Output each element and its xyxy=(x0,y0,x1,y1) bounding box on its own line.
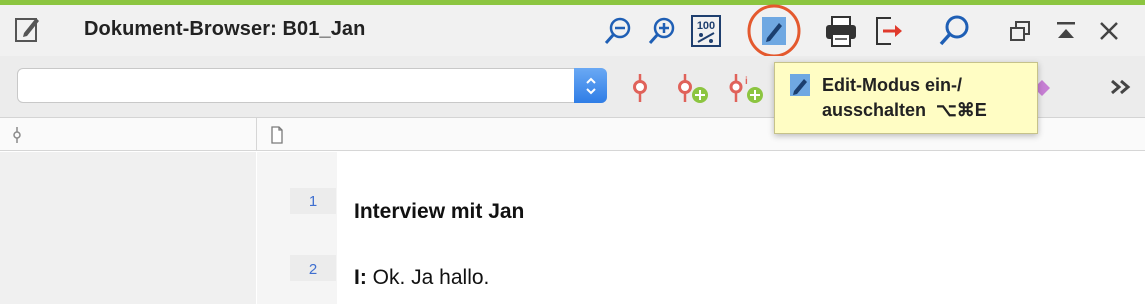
close-icon xyxy=(1100,22,1118,40)
zoom-in-button[interactable] xyxy=(644,13,680,49)
print-button[interactable] xyxy=(822,13,860,49)
speaker-prefix: I: xyxy=(354,266,367,289)
in-vivo-code-button[interactable]: i xyxy=(726,70,770,108)
printer-icon xyxy=(826,16,856,47)
zoom-out-button[interactable] xyxy=(600,13,636,49)
edit-mode-tooltip: Edit-Modus ein-/ ausschalten ⌥⌘E xyxy=(774,62,1038,134)
svg-text:i: i xyxy=(745,76,748,87)
paragraph-gutter xyxy=(257,152,337,304)
document-edit-icon xyxy=(14,14,42,44)
document-page-icon xyxy=(271,126,283,144)
tooltip-text: Edit-Modus ein-/ ausschalten ⌥⌘E xyxy=(822,73,987,123)
column-divider[interactable] xyxy=(256,118,257,151)
export-button[interactable] xyxy=(870,13,906,49)
tooltip-line: Edit-Modus ein-/ xyxy=(822,75,962,95)
paragraph-content: Ok. Ja hallo. xyxy=(366,266,490,289)
paragraph-content: Interview mit Jan xyxy=(354,200,525,223)
double-chevron-right-icon xyxy=(1111,79,1131,95)
tooltip-line: ausschalten ⌥⌘E xyxy=(822,100,987,120)
code-stripe-pane xyxy=(0,152,256,304)
window-title: Dokument-Browser: B01_Jan xyxy=(84,18,366,40)
search-combo-box[interactable] xyxy=(17,68,607,103)
zoom-in-icon xyxy=(648,17,675,44)
undock-window-button[interactable] xyxy=(1006,17,1034,45)
in-vivo-code-icon: i xyxy=(729,74,763,103)
collapse-up-icon xyxy=(1057,22,1075,38)
paragraph-text[interactable]: I: Ok. Ja hallo. xyxy=(354,266,489,290)
zoom-100-button[interactable]: 100 xyxy=(688,12,724,50)
combo-dropdown-arrow[interactable] xyxy=(574,68,607,103)
code-button[interactable] xyxy=(624,70,656,106)
zoom-out-icon xyxy=(604,17,631,44)
close-button[interactable] xyxy=(1095,17,1123,45)
collapse-button[interactable] xyxy=(1052,17,1080,45)
search-button[interactable] xyxy=(934,12,974,50)
edit-mode-icon xyxy=(790,74,810,96)
document-column-header[interactable] xyxy=(268,125,286,145)
line-number: 2 xyxy=(308,261,318,278)
edit-mode-toggle-button[interactable] xyxy=(746,3,802,59)
code-column-icon xyxy=(13,127,21,143)
chevron-up-down-icon xyxy=(585,77,596,94)
new-code-button[interactable] xyxy=(672,70,712,108)
add-code-icon xyxy=(678,74,708,103)
code-icon xyxy=(633,74,647,102)
svg-text:100: 100 xyxy=(697,20,715,32)
title-bar: Dokument-Browser: B01_Jan 100 xyxy=(0,3,1145,59)
undock-icon xyxy=(1010,21,1030,41)
export-icon xyxy=(876,17,902,45)
search-icon xyxy=(939,15,969,46)
code-column-header[interactable] xyxy=(8,124,26,146)
more-tools-button[interactable] xyxy=(1106,73,1136,101)
paragraph-text[interactable]: Interview mit Jan xyxy=(354,200,524,224)
line-number: 1 xyxy=(308,193,318,210)
zoom-100-percent-icon: 100 xyxy=(691,15,721,47)
